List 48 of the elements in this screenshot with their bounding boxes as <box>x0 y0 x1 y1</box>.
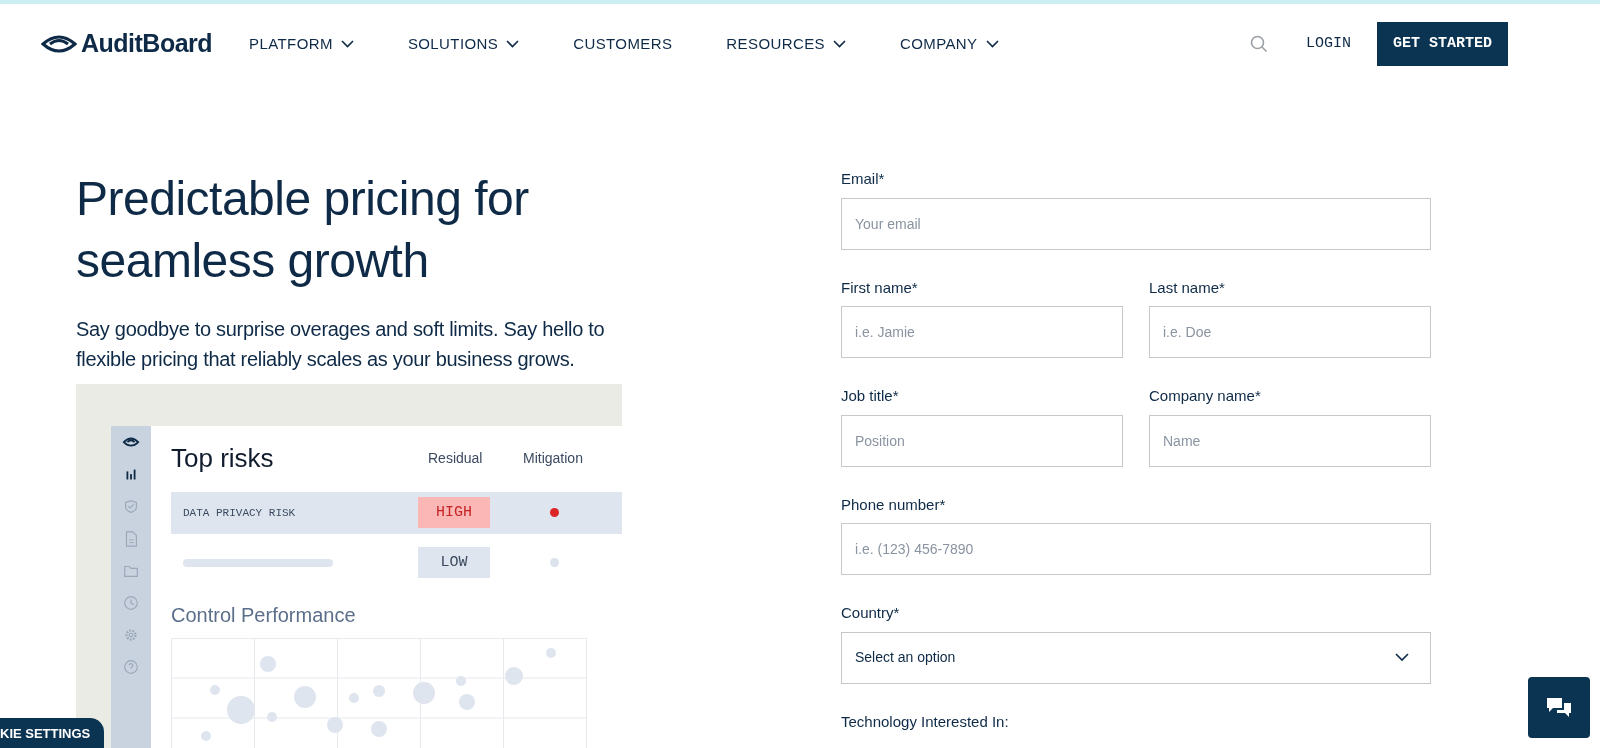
field-label: Company name* <box>1149 386 1262 406</box>
bubble-point <box>260 655 276 672</box>
field-label: Job title* <box>841 386 900 406</box>
bubble-point <box>373 684 385 697</box>
hero-text: Say goodbye to surprise overages and soft limits. Say hello to flexible pricing that reliably scales as your business grows. <box>76 316 606 372</box>
input-field[interactable]: Position <box>841 414 1123 467</box>
field-label: Technology Interested In: <box>841 711 1010 732</box>
chevron-icon <box>1395 653 1409 662</box>
bubble-point <box>349 692 359 703</box>
chat-button[interactable] <box>1528 677 1590 738</box>
nav-link[interactable]: SOLUTIONS <box>407 32 520 56</box>
field-label: First name* <box>841 277 919 298</box>
nav-link[interactable]: RESOURCES <box>726 32 846 56</box>
risk-level: HIGH <box>418 497 490 529</box>
bubble-point <box>210 684 220 695</box>
panel-title: Top risks <box>171 442 275 476</box>
input-field[interactable]: Name <box>1149 414 1431 467</box>
field-label: Last name* <box>1149 277 1226 298</box>
logo-icon <box>41 34 77 54</box>
column-header: Mitigation <box>523 449 583 469</box>
column-header: Residual <box>427 449 484 469</box>
hero-heading: Predictable pricing for seamless growth <box>76 171 530 289</box>
login-link[interactable]: LOGIN <box>1305 32 1351 56</box>
field-label: Email* <box>841 169 886 189</box>
nav-link[interactable]: CUSTOMERS <box>573 32 673 56</box>
bubble-point <box>371 720 387 737</box>
help-icon <box>121 657 141 676</box>
nav-link[interactable]: COMPANY <box>899 32 999 56</box>
chart-title: Control Performance <box>171 602 357 628</box>
field-label: Country* <box>841 603 901 623</box>
input-field[interactable]: Your email <box>841 197 1431 250</box>
search-icon[interactable] <box>1249 35 1268 53</box>
bubble-point <box>459 693 475 710</box>
get-started-button[interactable]: GET STARTED <box>1376 21 1508 67</box>
logo[interactable]: AuditBoard <box>41 25 213 63</box>
risk-level: LOW <box>418 547 490 579</box>
bubble-point <box>294 685 316 708</box>
input-field[interactable]: i.e. (123) 456-7890 <box>841 523 1431 575</box>
bubble-point <box>546 647 556 658</box>
clock-icon <box>121 593 141 612</box>
input-field[interactable]: i.e. Jamie <box>841 306 1123 358</box>
field-label: Phone number* <box>841 494 947 515</box>
nav-link[interactable]: PLATFORM <box>249 32 354 56</box>
input-field[interactable]: i.e. Doe <box>1149 306 1431 358</box>
risk-label: DATA PRIVACY RISK <box>182 505 297 521</box>
select-field[interactable]: Select an option <box>841 631 1431 684</box>
bubble-point <box>201 730 211 741</box>
cookie-settings-button[interactable]: KIE SETTINGS <box>0 717 105 748</box>
